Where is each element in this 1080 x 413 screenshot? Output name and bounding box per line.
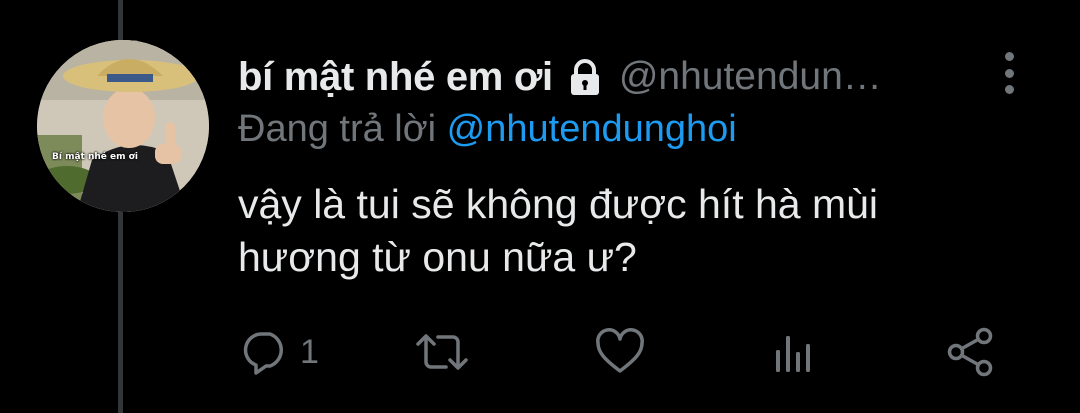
analytics-icon — [776, 336, 810, 372]
more-dot — [1004, 85, 1014, 94]
reply-count: 1 — [300, 332, 319, 371]
heart-icon — [596, 328, 644, 373]
reply-button[interactable]: 1 — [242, 322, 319, 382]
display-name[interactable]: bí mật nhé em ơi — [238, 55, 553, 100]
replying-to-label: Đang trả lời — [238, 108, 437, 150]
avatar-image — [37, 40, 209, 212]
tweet-actions: 1 — [238, 322, 1018, 382]
author-handle[interactable]: @nhutendun… — [619, 55, 882, 99]
more-vertical-icon[interactable] — [998, 52, 1020, 94]
share-button[interactable] — [944, 322, 996, 382]
tweet-text-line: vậy là tui sẽ không được hít hà mùi — [238, 181, 879, 227]
more-dot — [1004, 68, 1014, 78]
share-icon — [947, 327, 993, 377]
avatar[interactable] — [37, 40, 209, 212]
replying-to-handle[interactable]: @nhutendunghoi — [447, 108, 737, 150]
analytics-button[interactable] — [772, 322, 816, 382]
reply-icon — [243, 332, 283, 375]
avatar-caption: Bí mật nhé em ơi — [52, 152, 138, 162]
tweet-header: bí mật nhé em ơi @nhutendun… — [238, 52, 882, 102]
more-dot — [1004, 52, 1014, 61]
tweet-text-line: hương từ onu nữa ư? — [238, 234, 637, 280]
lock-icon — [565, 57, 605, 97]
retweet-button[interactable] — [414, 322, 470, 382]
retweet-icon — [416, 334, 468, 370]
like-button[interactable] — [594, 322, 646, 382]
replying-to-line: Đang trả lời @nhutendunghoi — [238, 108, 737, 151]
tweet-text: vậy là tui sẽ không được hít hà mùi hươn… — [238, 178, 1018, 284]
